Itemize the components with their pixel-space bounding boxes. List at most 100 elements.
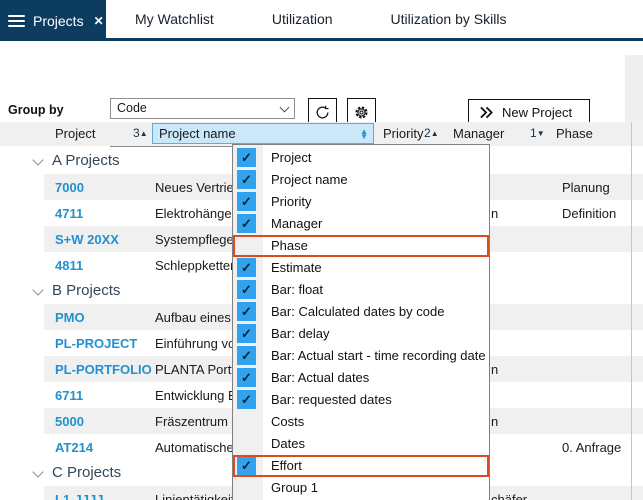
tab-bar: Projects ✕ My WatchlistUtilizationUtiliz… <box>0 0 643 41</box>
project-name-cell: Schleppketten <box>155 258 237 273</box>
menu-item-label: Bar: delay <box>271 326 330 341</box>
project-code-link[interactable]: PL-PROJECT <box>55 336 137 351</box>
column-menu-item-estimate[interactable]: ✓ Estimate <box>233 257 489 279</box>
menu-item-label: Bar: Calculated dates by code <box>271 304 444 319</box>
project-name-cell: Neues Vertrieb <box>155 180 241 195</box>
column-header-project-name[interactable]: Project name ▲▼ <box>152 123 374 144</box>
project-code-link[interactable]: 4711 <box>55 206 83 221</box>
checkbox-checked-icon[interactable]: ✓ <box>237 456 256 475</box>
new-project-label: New Project <box>502 105 572 120</box>
menu-item-label: Project name <box>271 172 348 187</box>
checkbox-checked-icon[interactable]: ✓ <box>237 192 256 211</box>
grid-header: Project 3▲ Project name ▲▼ Priority 2▲ M… <box>0 122 643 146</box>
column-menu-item-manager[interactable]: ✓ Manager <box>233 213 489 235</box>
tab-my-watchlist[interactable]: My Watchlist <box>106 11 243 27</box>
active-tab-label: Projects <box>33 13 84 29</box>
sort-updown-icon[interactable]: ▲▼ <box>360 129 368 139</box>
scrollbar-track[interactable] <box>625 55 643 122</box>
checkbox-checked-icon[interactable]: ✓ <box>237 346 256 365</box>
sort-indicator-project: 3▲ <box>133 126 148 140</box>
group-label: B Projects <box>52 282 120 299</box>
phase-cell: Planung <box>562 180 610 195</box>
collapse-chevron-icon[interactable] <box>32 154 43 165</box>
checkbox-checked-icon[interactable]: ✓ <box>237 170 256 189</box>
project-name-cell: Linientätigkeit <box>155 492 235 500</box>
hamburger-icon[interactable] <box>8 15 25 27</box>
column-header-manager[interactable]: Manager <box>453 126 504 141</box>
group-label: A Projects <box>52 152 120 169</box>
column-menu-item-project[interactable]: ✓ Project <box>233 147 489 169</box>
column-menu-item-bar-requested-dates[interactable]: ✓ Bar: requested dates <box>233 389 489 411</box>
collapse-chevron-icon[interactable] <box>32 284 43 295</box>
tab-utilization-by-skills[interactable]: Utilization by Skills <box>362 11 536 27</box>
project-name-cell: Automatisches <box>155 440 240 455</box>
menu-item-label: Bar: float <box>271 282 323 297</box>
project-code-link[interactable]: L1-JJJJ <box>55 492 103 500</box>
tab-projects-active[interactable]: Projects ✕ <box>0 0 106 41</box>
group-by-select[interactable]: Code <box>110 98 295 119</box>
column-separator-line <box>631 122 632 500</box>
project-code-link[interactable]: 5000 <box>55 414 84 429</box>
collapse-chevron-icon[interactable] <box>32 466 43 477</box>
project-code-link[interactable]: 7000 <box>55 180 84 195</box>
column-menu-item-bar-float[interactable]: ✓ Bar: float <box>233 279 489 301</box>
project-code-link[interactable]: S+W 20XX <box>55 232 119 247</box>
project-name-cell: Einführung von <box>155 336 242 351</box>
column-menu-item-bar-calculated-dates-by-code[interactable]: ✓ Bar: Calculated dates by code <box>233 301 489 323</box>
menu-item-label: Phase <box>271 238 308 253</box>
column-menu-item-bar-actual-dates[interactable]: ✓ Bar: Actual dates <box>233 367 489 389</box>
column-menu-item-bar-delay[interactable]: ✓ Bar: delay <box>233 323 489 345</box>
project-name-cell: Fräszentrum F <box>155 414 240 429</box>
column-menu-item-dates[interactable]: Dates <box>233 433 489 455</box>
group-by-value: Code <box>117 101 147 115</box>
column-menu-item-project-name[interactable]: ✓ Project name <box>233 169 489 191</box>
column-menu-item-costs[interactable]: Costs <box>233 411 489 433</box>
column-menu-item-priority[interactable]: ✓ Priority <box>233 191 489 213</box>
project-name-cell: Systempflege <box>155 232 234 247</box>
checkbox-checked-icon[interactable]: ✓ <box>237 324 256 343</box>
checkbox-checked-icon[interactable]: ✓ <box>237 390 256 409</box>
checkbox-checked-icon[interactable]: ✓ <box>237 148 256 167</box>
column-menu-item-effort[interactable]: ✓ Effort <box>233 455 489 477</box>
project-name-header-label: Project name <box>159 126 236 141</box>
column-menu-item-bar-actual-start-time-recording-date[interactable]: ✓ Bar: Actual start - time recording dat… <box>233 345 489 367</box>
menu-item-label: Manager <box>271 216 322 231</box>
project-code-link[interactable]: 4811 <box>55 258 83 273</box>
project-code-link[interactable]: 6711 <box>55 388 83 403</box>
column-menu-item-group-1[interactable]: Group 1 <box>233 477 489 499</box>
project-code-link[interactable]: PL-PORTFOLIO <box>55 362 152 377</box>
checkbox-checked-icon[interactable]: ✓ <box>237 368 256 387</box>
menu-item-label: Dates <box>271 436 305 451</box>
inactive-tabs: My WatchlistUtilizationUtilization by Sk… <box>106 0 535 38</box>
double-chevron-right-icon <box>479 106 494 119</box>
column-header-priority[interactable]: Priority <box>383 126 423 141</box>
manager-cell: n <box>491 206 498 221</box>
project-name-cell: Elektrohängeb <box>155 206 239 221</box>
phase-cell: 0. Anfrage <box>562 440 621 455</box>
menu-item-label: Bar: Actual dates <box>271 370 369 385</box>
menu-item-label: Costs <box>271 414 304 429</box>
group-by-label: Group by <box>8 103 64 117</box>
column-header-phase[interactable]: Phase <box>556 126 593 141</box>
column-header-project[interactable]: Project <box>55 126 95 141</box>
project-name-cell: PLANTA Portfo <box>155 362 242 377</box>
project-code-link[interactable]: AT214 <box>55 440 93 455</box>
project-name-cell: Entwicklung Bo <box>155 388 244 403</box>
tab-utilization[interactable]: Utilization <box>243 11 362 27</box>
menu-item-label: Effort <box>271 458 302 473</box>
close-tab-icon[interactable]: ✕ <box>94 15 104 27</box>
group-label: C Projects <box>52 464 121 481</box>
manager-cell: chäfer <box>491 492 527 500</box>
menu-item-label: Project <box>271 150 311 165</box>
column-menu-item-phase[interactable]: Phase <box>233 235 489 257</box>
checkbox-checked-icon[interactable]: ✓ <box>237 258 256 277</box>
phase-cell: Definition <box>562 206 616 221</box>
refresh-icon <box>314 104 331 121</box>
project-code-link[interactable]: PMO <box>55 310 85 325</box>
checkbox-checked-icon[interactable]: ✓ <box>237 302 256 321</box>
manager-cell: n <box>491 362 498 377</box>
menu-item-label: Estimate <box>271 260 322 275</box>
gear-icon <box>353 104 370 121</box>
checkbox-checked-icon[interactable]: ✓ <box>237 280 256 299</box>
checkbox-checked-icon[interactable]: ✓ <box>237 214 256 233</box>
